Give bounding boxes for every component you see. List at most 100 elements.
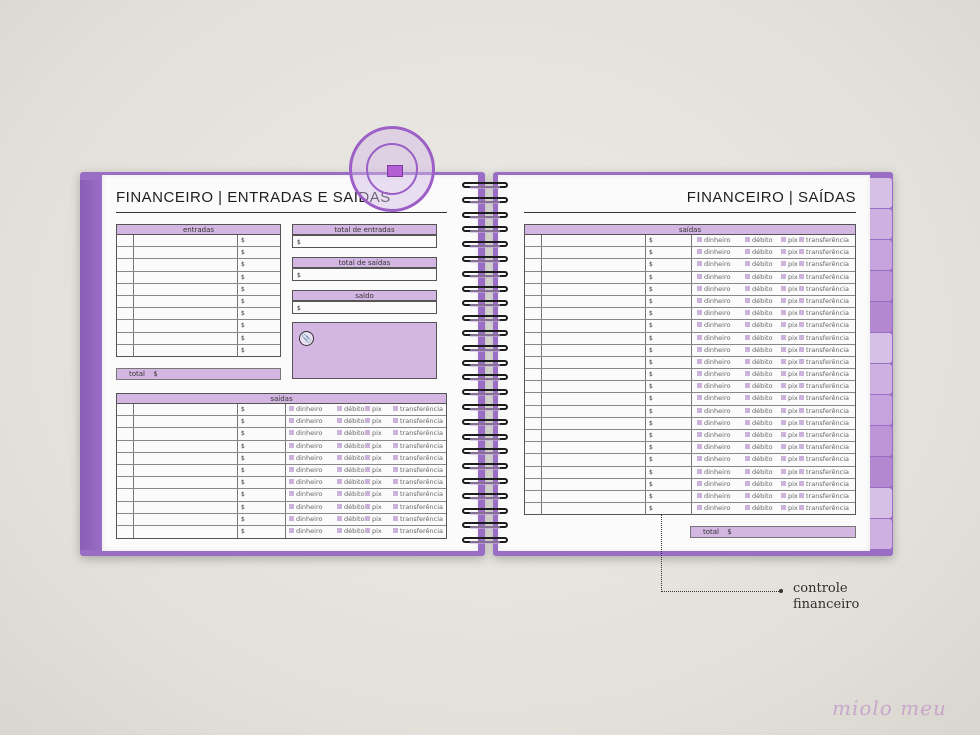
checkbox[interactable] [745, 273, 750, 279]
checkbox[interactable] [799, 261, 804, 267]
payment-option[interactable]: dinheiro [697, 272, 730, 283]
payment-option[interactable]: débito [745, 284, 773, 295]
table-row[interactable]: $ [117, 235, 280, 248]
checkbox[interactable] [781, 297, 786, 303]
payment-option[interactable]: pix [365, 514, 382, 525]
divider-tab[interactable] [870, 488, 892, 518]
table-row[interactable]: $ dinheiro débito pix transferência [525, 393, 855, 406]
checkbox[interactable] [781, 334, 786, 340]
divider-tab[interactable] [870, 519, 892, 549]
checkbox[interactable] [745, 383, 750, 389]
checkbox[interactable] [289, 454, 294, 460]
payment-option[interactable]: dinheiro [697, 479, 730, 490]
checkbox[interactable] [745, 407, 750, 413]
payment-option[interactable]: dinheiro [697, 454, 730, 465]
payment-option[interactable]: pix [781, 491, 798, 502]
checkbox[interactable] [697, 432, 702, 437]
table-row[interactable]: $ dinheiro débito pix transferência [525, 430, 855, 443]
divider-tab[interactable] [870, 333, 892, 363]
checkbox[interactable] [745, 346, 750, 352]
table-row[interactable]: $ dinheiro débito pix transferência [525, 259, 855, 272]
checkbox[interactable] [745, 419, 750, 425]
checkbox[interactable] [365, 406, 370, 411]
payment-option[interactable]: pix [781, 247, 798, 258]
checkbox[interactable] [781, 273, 786, 279]
table-row[interactable]: $ [117, 332, 280, 345]
payment-option[interactable]: pix [365, 465, 382, 476]
checkbox[interactable] [745, 322, 750, 328]
payment-option[interactable]: transferência [393, 465, 443, 476]
payment-option[interactable]: transferência [799, 259, 849, 270]
payment-option[interactable]: pix [781, 406, 798, 417]
checkbox[interactable] [337, 418, 342, 424]
checkbox[interactable] [365, 418, 370, 424]
checkbox[interactable] [697, 383, 702, 389]
payment-option[interactable]: transferência [799, 406, 849, 417]
checkbox[interactable] [781, 407, 786, 413]
payment-option[interactable]: dinheiro [697, 491, 730, 502]
checkbox[interactable] [697, 261, 702, 267]
payment-option[interactable]: pix [365, 477, 382, 488]
checkbox[interactable] [697, 322, 702, 328]
table-row[interactable]: $ dinheiro débito pix transferência [525, 417, 855, 430]
payment-option[interactable]: pix [781, 479, 798, 490]
payment-option[interactable]: dinheiro [697, 406, 730, 417]
payment-option[interactable]: pix [781, 296, 798, 307]
payment-option[interactable]: débito [745, 467, 773, 478]
payment-option[interactable]: transferência [393, 489, 443, 500]
table-row[interactable]: $ [117, 283, 280, 296]
checkbox[interactable] [745, 371, 750, 377]
table-row[interactable]: $ dinheiro débito pix transferência [117, 428, 446, 441]
payment-option[interactable]: débito [745, 454, 773, 465]
checkbox[interactable] [697, 358, 702, 364]
payment-option[interactable]: pix [781, 430, 798, 441]
payment-option[interactable]: transferência [393, 526, 443, 537]
checkbox[interactable] [393, 503, 398, 509]
payment-option[interactable]: pix [365, 526, 382, 537]
table-row[interactable]: $ dinheiro débito pix transferência [525, 442, 855, 455]
payment-option[interactable]: transferência [393, 477, 443, 488]
total-saidas-field[interactable]: $ [292, 268, 437, 281]
payment-option[interactable]: débito [745, 308, 773, 319]
checkbox[interactable] [365, 442, 370, 448]
checkbox[interactable] [781, 346, 786, 352]
checkbox[interactable] [745, 480, 750, 486]
checkbox[interactable] [393, 454, 398, 460]
payment-option[interactable]: pix [781, 369, 798, 380]
checkbox[interactable] [745, 261, 750, 267]
checkbox[interactable] [289, 491, 294, 497]
divider-tab[interactable] [870, 178, 892, 208]
table-row[interactable]: $ dinheiro débito pix transferência [525, 369, 855, 382]
checkbox[interactable] [799, 371, 804, 377]
payment-option[interactable]: débito [745, 357, 773, 368]
checkbox[interactable] [799, 444, 804, 450]
payment-option[interactable]: débito [745, 442, 773, 453]
table-row[interactable]: $ dinheiro débito pix transferência [117, 416, 446, 429]
checkbox[interactable] [799, 297, 804, 303]
checkbox[interactable] [365, 466, 370, 472]
checkbox[interactable] [365, 491, 370, 497]
payment-option[interactable]: dinheiro [697, 381, 730, 392]
payment-option[interactable]: dinheiro [289, 453, 322, 464]
checkbox[interactable] [799, 346, 804, 352]
checkbox[interactable] [799, 310, 804, 316]
checkbox[interactable] [697, 285, 702, 291]
payment-option[interactable]: débito [337, 465, 365, 476]
checkbox[interactable] [337, 406, 342, 411]
table-row[interactable]: $ dinheiro débito pix transferência [117, 501, 446, 514]
payment-option[interactable]: pix [781, 284, 798, 295]
table-row[interactable]: $ dinheiro débito pix transferência [525, 295, 855, 309]
checkbox[interactable] [337, 491, 342, 497]
table-row[interactable]: $ [117, 271, 280, 284]
table-row[interactable]: $ dinheiro débito pix transferência [117, 452, 446, 465]
payment-option[interactable]: transferência [799, 381, 849, 392]
payment-option[interactable]: transferência [393, 404, 443, 415]
checkbox[interactable] [799, 383, 804, 389]
checkbox[interactable] [799, 285, 804, 291]
table-row[interactable]: $ dinheiro débito pix transferência [117, 477, 446, 490]
payment-option[interactable]: pix [365, 489, 382, 500]
checkbox[interactable] [697, 334, 702, 340]
payment-option[interactable]: pix [781, 345, 798, 356]
payment-option[interactable]: transferência [799, 296, 849, 307]
checkbox[interactable] [697, 237, 702, 242]
